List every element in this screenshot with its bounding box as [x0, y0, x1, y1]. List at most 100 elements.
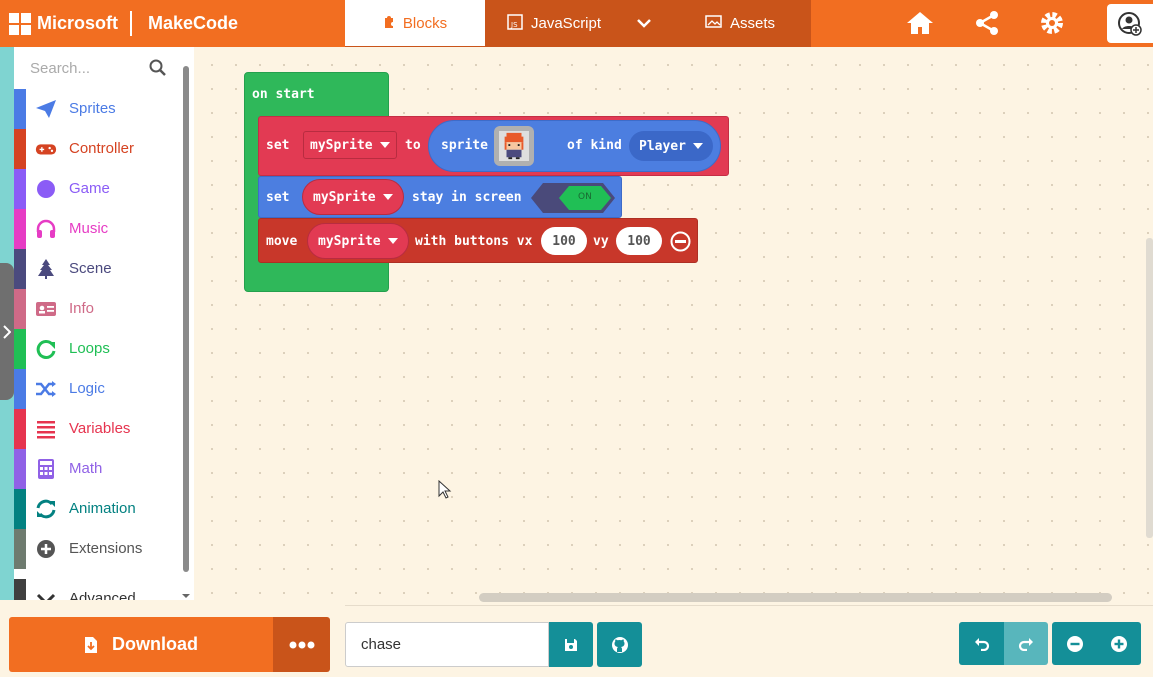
header-separator: [130, 11, 132, 36]
variable-name: mySprite: [313, 189, 376, 205]
category-controller[interactable]: Controller: [14, 129, 180, 169]
category-loops[interactable]: Loops: [14, 329, 180, 369]
minus-circle-icon: [1066, 635, 1083, 652]
variable-dropdown[interactable]: mySprite: [302, 179, 404, 215]
gamepad-icon: [35, 144, 57, 155]
calculator-icon: [38, 459, 54, 479]
top-header: Microsoft MakeCode Blocks JS JavaScript …: [0, 0, 1153, 47]
kind-dropdown[interactable]: Player: [629, 131, 713, 161]
plus-circle-icon: [1111, 635, 1127, 652]
stay-in-screen-block[interactable]: set mySprite stay in screen ON: [258, 176, 622, 218]
category-color-bar: [14, 289, 26, 329]
category-advanced[interactable]: Advanced: [14, 579, 180, 600]
vx-input[interactable]: 100: [541, 227, 587, 255]
toolbox-search[interactable]: Search...: [14, 47, 180, 88]
image-icon: [705, 15, 722, 32]
scroll-down-arrow-icon[interactable]: [181, 593, 191, 600]
settings-icon[interactable]: [1038, 9, 1068, 39]
category-extensions[interactable]: Extensions: [14, 529, 180, 569]
category-color-bar: [14, 89, 26, 129]
category-sprites[interactable]: Sprites: [14, 89, 180, 129]
headphones-icon: [36, 219, 56, 238]
collapse-toolbox-handle[interactable]: [0, 263, 14, 400]
category-label: Controller: [69, 140, 135, 157]
category-label: Extensions: [69, 540, 143, 557]
search-icon: [149, 59, 166, 76]
tree-icon: [38, 259, 54, 279]
bottom-divider: [345, 605, 1153, 606]
undo-icon: [974, 637, 989, 651]
more-options-button[interactable]: [273, 617, 330, 672]
category-math[interactable]: Math: [14, 449, 180, 489]
chevron-right-icon: [3, 324, 11, 339]
paper-plane-icon: [36, 100, 56, 118]
category-color-bar: [14, 249, 26, 289]
toolbox-scrollbar[interactable]: [183, 66, 189, 572]
on-off-toggle[interactable]: ON: [531, 183, 615, 213]
tab-assets-label: Assets: [730, 15, 776, 32]
sprite-image-editor[interactable]: [494, 126, 534, 166]
project-name-input[interactable]: chase: [345, 622, 549, 667]
category-color-bar: [14, 449, 26, 489]
sprite-of-kind-block[interactable]: sprite of kind Player: [428, 120, 721, 172]
tab-javascript[interactable]: JS JavaScript: [507, 0, 601, 47]
home-icon[interactable]: [905, 9, 935, 39]
category-game[interactable]: Game: [14, 169, 180, 209]
language-dropdown[interactable]: [635, 0, 653, 47]
category-variables[interactable]: Variables: [14, 409, 180, 449]
category-music[interactable]: Music: [14, 209, 180, 249]
category-logic[interactable]: Logic: [14, 369, 180, 409]
toggle-label: ON: [578, 192, 592, 202]
caret-icon: [379, 142, 390, 148]
download-file-icon: [85, 636, 97, 653]
tab-javascript-label: JavaScript: [531, 15, 602, 32]
js-file-icon: JS: [507, 13, 523, 34]
variable-dropdown[interactable]: mySprite: [303, 131, 397, 159]
category-label: Logic: [69, 380, 105, 397]
loop-icon: [36, 339, 56, 359]
category-color-bar: [14, 409, 26, 449]
vy-input[interactable]: 100: [616, 227, 662, 255]
sprite-character-icon: [499, 131, 529, 161]
github-button[interactable]: [597, 622, 642, 667]
category-label: Sprites: [69, 100, 116, 117]
download-button[interactable]: Download: [9, 617, 273, 672]
variable-name: mySprite: [310, 137, 373, 153]
category-color-bar: [14, 579, 26, 600]
chevron-down-icon: [637, 19, 651, 28]
category-color-bar: [14, 129, 26, 169]
tab-assets[interactable]: Assets: [705, 0, 775, 47]
move-with-buttons-block[interactable]: move mySprite with buttons vx 100 vy 100: [258, 218, 698, 263]
brand-title[interactable]: MakeCode: [148, 13, 238, 34]
download-label: Download: [112, 634, 198, 654]
category-label: Scene: [69, 260, 112, 277]
of-kind-keyword: of kind: [567, 138, 622, 153]
shuffle-icon: [36, 381, 56, 397]
save-button[interactable]: [549, 622, 593, 667]
zoom-in-button[interactable]: [1097, 622, 1141, 665]
save-icon: [565, 638, 577, 651]
category-info[interactable]: Info: [14, 289, 180, 329]
share-icon[interactable]: [973, 9, 1003, 39]
redo-button[interactable]: [1004, 622, 1048, 665]
user-button[interactable]: [1107, 4, 1153, 43]
workspace-horizontal-scrollbar[interactable]: [479, 593, 1112, 602]
category-scene[interactable]: Scene: [14, 249, 180, 289]
category-color-bar: [14, 369, 26, 409]
refresh-icon: [36, 499, 56, 519]
zoom-out-button[interactable]: [1052, 622, 1097, 665]
category-animation[interactable]: Animation: [14, 489, 180, 529]
editor-tabs: Blocks JS JavaScript Assets: [345, 0, 811, 47]
search-input[interactable]: Search...: [30, 60, 90, 77]
workspace-vertical-scrollbar[interactable]: [1146, 238, 1153, 538]
category-color-bar: [14, 489, 26, 529]
list-icon: [37, 421, 55, 439]
variable-dropdown[interactable]: mySprite: [307, 223, 409, 259]
caret-icon: [382, 194, 393, 200]
category-color-bar: [14, 529, 26, 569]
undo-button[interactable]: [959, 622, 1004, 665]
remove-parameter-icon[interactable]: [670, 231, 691, 252]
microsoft-label: Microsoft: [37, 13, 118, 33]
puzzle-icon: [383, 14, 395, 32]
tab-blocks[interactable]: Blocks: [345, 0, 485, 46]
